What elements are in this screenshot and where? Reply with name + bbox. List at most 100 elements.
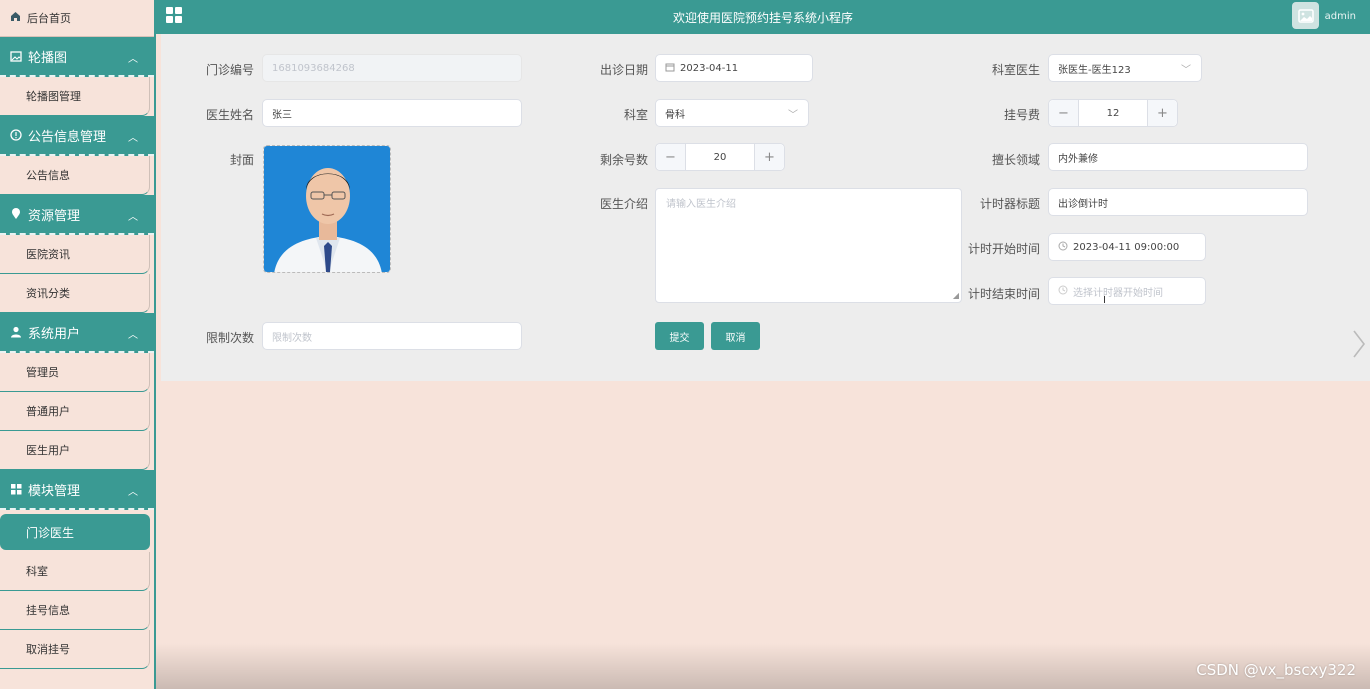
sidebar-item-label: 后台首页: [27, 12, 71, 25]
sidebar-item-clinic-doctor[interactable]: 门诊医生: [0, 514, 150, 550]
timer-end-placeholder: 选择计时器开始时间: [1073, 287, 1163, 299]
sidebar-item-label: 医院资讯: [26, 248, 70, 261]
avatar[interactable]: [1292, 2, 1319, 29]
cover-image-upload[interactable]: [263, 145, 391, 273]
timer-start-label: 计时开始时间: [967, 242, 1040, 256]
sidebar-item-department[interactable]: 科室: [0, 552, 150, 591]
sidebar-item-label: 轮播图管理: [26, 90, 81, 103]
image-icon: [10, 50, 22, 62]
chevron-right-icon[interactable]: [1352, 330, 1366, 361]
specialty-label: 擅长领域: [991, 153, 1040, 167]
timer-title-value: 出诊倒计时: [1058, 198, 1108, 210]
cover-label: 封面: [229, 153, 254, 167]
home-icon: [10, 11, 21, 25]
intro-placeholder: 请输入医生介绍: [666, 199, 736, 210]
sidebar-item-news-category[interactable]: 资讯分类: [0, 274, 150, 313]
sidebar-item-label: 挂号信息: [26, 604, 70, 617]
sidebar-item-label: 资讯分类: [26, 287, 70, 300]
grid-icon: [10, 483, 22, 495]
username[interactable]: admin: [1325, 11, 1356, 22]
resize-handle-icon[interactable]: ◢: [953, 291, 959, 300]
intro-textarea[interactable]: 请输入医生介绍 ◢: [655, 188, 962, 303]
sidebar-item-home[interactable]: 后台首页: [0, 0, 154, 37]
sidebar: 后台首页 轮播图 ︿ 轮播图管理 公告信息管理 ︿ 公告信息 资源管理 ︿ 医院…: [0, 0, 156, 689]
sidebar-item-label: 公告信息: [26, 169, 70, 182]
decrement-button[interactable]: −: [1049, 100, 1079, 126]
limit-input[interactable]: 限制次数: [262, 322, 522, 350]
sidebar-item-registration[interactable]: 挂号信息: [0, 591, 150, 630]
sidebar-item-hospital-news[interactable]: 医院资讯: [0, 235, 150, 274]
clock-icon: [1058, 285, 1068, 298]
sidebar-item-label: 门诊医生: [26, 525, 75, 540]
specialty-input[interactable]: 内外兼修: [1048, 143, 1308, 171]
doctor-photo: [264, 146, 390, 272]
info-icon: [10, 129, 22, 141]
text-cursor-icon: I: [1103, 295, 1106, 306]
cancel-button[interactable]: 取消: [711, 322, 760, 350]
bottom-shade: [156, 643, 1370, 689]
chevron-up-icon: ︿: [128, 212, 138, 223]
sidebar-group-carousel[interactable]: 轮播图 ︿: [0, 37, 154, 77]
chevron-up-icon: ︿: [128, 330, 138, 341]
sidebar-group-modules[interactable]: 模块管理 ︿: [0, 470, 154, 510]
remaining-label: 剩余号数: [599, 153, 648, 167]
doctor-name-input[interactable]: 张三: [262, 99, 522, 127]
sidebar-item-label: 科室: [26, 565, 48, 578]
sidebar-item-normal-users[interactable]: 普通用户: [0, 392, 150, 431]
remaining-value[interactable]: 20: [686, 144, 754, 170]
dept-doctor-select[interactable]: 张医生-医生123 ﹀: [1048, 54, 1202, 82]
clinic-no-input[interactable]: 1681093684268: [262, 54, 522, 82]
clinic-no-label: 门诊编号: [205, 63, 254, 77]
calendar-icon: [665, 62, 675, 75]
chevron-down-icon: ﹀: [1181, 65, 1191, 76]
sidebar-group-resources[interactable]: 资源管理 ︿: [0, 195, 154, 235]
sidebar-item-carousel-manage[interactable]: 轮播图管理: [0, 77, 150, 116]
sidebar-item-label: 管理员: [26, 366, 59, 379]
timer-end-label: 计时结束时间: [967, 287, 1040, 301]
visit-date-value: 2023-04-11: [680, 62, 739, 74]
increment-button[interactable]: +: [1147, 100, 1177, 126]
timer-start-value: 2023-04-11 09:00:00: [1073, 241, 1180, 253]
watermark: CSDN @vx_bscxy322: [1196, 661, 1356, 679]
department-select[interactable]: 骨科 ﹀: [655, 99, 809, 127]
sidebar-item-notice[interactable]: 公告信息: [0, 156, 150, 195]
sidebar-group-label: 模块管理: [28, 483, 81, 499]
timer-title-label: 计时器标题: [979, 197, 1040, 211]
timer-start-input[interactable]: 2023-04-11 09:00:00: [1048, 233, 1206, 261]
clinic-no-value: 1681093684268: [272, 62, 355, 74]
timer-title-input[interactable]: 出诊倒计时: [1048, 188, 1308, 216]
sidebar-group-label: 轮播图: [28, 50, 68, 66]
top-header: 欢迎使用医院预约挂号系统小程序 admin: [156, 0, 1370, 34]
limit-label: 限制次数: [205, 331, 254, 345]
remaining-stepper[interactable]: − 20 +: [655, 143, 785, 171]
dept-doctor-value: 张医生-医生123: [1058, 64, 1131, 76]
timer-end-input[interactable]: 选择计时器开始时间: [1048, 277, 1206, 305]
decrement-button[interactable]: −: [656, 144, 686, 170]
intro-label: 医生介绍: [599, 197, 648, 211]
chevron-up-icon: ︿: [128, 133, 138, 144]
specialty-value: 内外兼修: [1058, 153, 1098, 165]
department-label: 科室: [623, 108, 648, 122]
sidebar-group-system-users[interactable]: 系统用户 ︿: [0, 313, 154, 353]
sidebar-item-doctor-users[interactable]: 医生用户: [0, 431, 150, 470]
location-icon: [10, 208, 22, 220]
reg-fee-label: 挂号费: [1003, 108, 1040, 122]
dept-doctor-label: 科室医生: [991, 63, 1040, 77]
sidebar-item-label: 医生用户: [26, 444, 70, 457]
sidebar-item-cancel-registration[interactable]: 取消挂号: [0, 630, 150, 669]
department-value: 骨科: [665, 109, 685, 121]
sidebar-item-admin[interactable]: 管理员: [0, 353, 150, 392]
chevron-up-icon: ︿: [128, 54, 138, 65]
increment-button[interactable]: +: [754, 144, 784, 170]
page-title: 欢迎使用医院预约挂号系统小程序: [672, 11, 853, 25]
sidebar-item-label: 取消挂号: [26, 643, 70, 656]
sidebar-group-notice[interactable]: 公告信息管理 ︿: [0, 116, 154, 156]
sidebar-group-label: 资源管理: [28, 208, 81, 224]
reg-fee-value[interactable]: 12: [1079, 100, 1147, 126]
submit-button[interactable]: 提交: [655, 322, 704, 350]
sidebar-item-label: 普通用户: [26, 405, 70, 418]
visit-date-input[interactable]: 2023-04-11: [655, 54, 813, 82]
reg-fee-stepper[interactable]: − 12 +: [1048, 99, 1178, 127]
visit-date-label: 出诊日期: [599, 63, 648, 77]
doctor-name-value: 张三: [272, 109, 292, 121]
